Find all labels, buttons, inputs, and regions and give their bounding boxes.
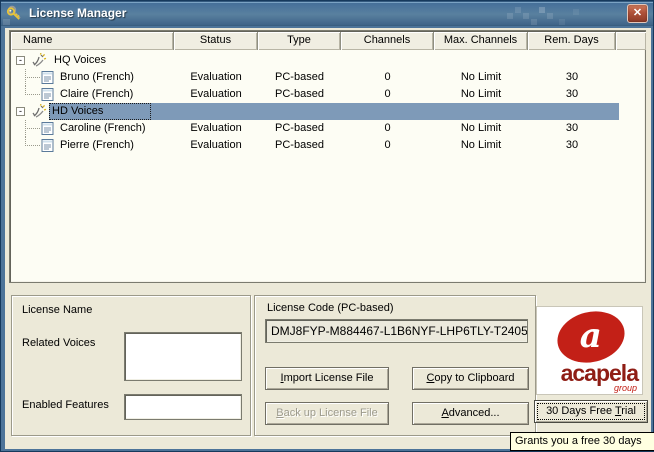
license-manager-window: License Manager ✕ Name Status Type Chann… bbox=[0, 0, 654, 452]
cell-channels: 0 bbox=[341, 120, 434, 137]
enabled-features-label: Enabled Features bbox=[22, 399, 109, 411]
cell-type: PC-based bbox=[258, 120, 341, 137]
dialog-client-area: Name Status Type Channels Max. Channels … bbox=[5, 28, 651, 449]
cell-max-channels: No Limit bbox=[434, 69, 528, 86]
cell-rem-days: 30 bbox=[528, 120, 616, 137]
column-header-filler bbox=[616, 32, 646, 50]
voices-table: Name Status Type Channels Max. Channels … bbox=[9, 30, 646, 283]
column-header-type[interactable]: Type bbox=[258, 32, 341, 50]
cell-channels: 0 bbox=[341, 86, 434, 103]
table-row-group-hq[interactable]: - HQ Voices bbox=[11, 52, 644, 69]
cell-rem-days: 30 bbox=[528, 137, 616, 154]
table-row-pierre[interactable]: Pierre (French) Evaluation PC-based 0 No… bbox=[11, 137, 644, 154]
cell-status: Evaluation bbox=[174, 137, 258, 154]
column-header-max-channels[interactable]: Max. Channels bbox=[434, 32, 528, 50]
row-label: HQ Voices bbox=[51, 52, 109, 69]
minus-expand-icon[interactable]: - bbox=[16, 56, 25, 65]
related-voices-field[interactable] bbox=[124, 332, 242, 381]
row-label: Claire (French) bbox=[60, 86, 133, 103]
import-license-file-button[interactable]: Import License File bbox=[265, 367, 389, 390]
table-row-bruno[interactable]: Bruno (French) Evaluation PC-based 0 No … bbox=[11, 69, 644, 86]
row-label: Pierre (French) bbox=[60, 137, 134, 154]
titlebar: License Manager ✕ bbox=[1, 1, 653, 26]
license-code-groupbox: License Code (PC-based) DMJ8FYP-M884467-… bbox=[254, 295, 536, 436]
acapela-logo: a acapela group bbox=[536, 306, 643, 395]
license-code-label: License Code (PC-based) bbox=[267, 302, 394, 314]
license-page-icon bbox=[41, 139, 54, 158]
column-header-name[interactable]: Name bbox=[11, 32, 174, 50]
acapela-group-text: group bbox=[614, 383, 637, 393]
related-voices-label: Related Voices bbox=[22, 337, 95, 349]
column-header-status[interactable]: Status bbox=[174, 32, 258, 50]
minus-expand-icon[interactable]: - bbox=[16, 107, 25, 116]
table-row-caroline[interactable]: Caroline (French) Evaluation PC-based 0 … bbox=[11, 120, 644, 137]
tree-line bbox=[25, 145, 40, 146]
titlebar-decoration bbox=[489, 1, 619, 26]
cell-type: PC-based bbox=[258, 86, 341, 103]
cell-status: Evaluation bbox=[174, 120, 258, 137]
cell-max-channels: No Limit bbox=[434, 120, 528, 137]
cell-status: Evaluation bbox=[174, 69, 258, 86]
row-label: Bruno (French) bbox=[60, 69, 134, 86]
window-title: License Manager bbox=[29, 6, 126, 20]
advanced-button[interactable]: Advanced... bbox=[412, 402, 529, 425]
table-header: Name Status Type Channels Max. Channels … bbox=[11, 32, 644, 50]
cell-max-channels: No Limit bbox=[434, 86, 528, 103]
cell-type: PC-based bbox=[258, 69, 341, 86]
tree-line bbox=[25, 128, 40, 129]
cell-max-channels: No Limit bbox=[434, 137, 528, 154]
cell-status: Evaluation bbox=[174, 86, 258, 103]
tree-line bbox=[25, 94, 40, 95]
back-up-license-file-button[interactable]: Back up License File bbox=[265, 402, 389, 425]
cell-rem-days: 30 bbox=[528, 69, 616, 86]
license-code-field[interactable]: DMJ8FYP-M884467-L1B6NYF-LHP6TLY-T24050 bbox=[265, 319, 528, 343]
table-row-claire[interactable]: Claire (French) Evaluation PC-based 0 No… bbox=[11, 86, 644, 103]
titlebar-decoration-left bbox=[3, 19, 10, 26]
row-label: HD Voices bbox=[49, 103, 151, 120]
cell-rem-days: 30 bbox=[528, 86, 616, 103]
cell-channels: 0 bbox=[341, 137, 434, 154]
cell-channels: 0 bbox=[341, 69, 434, 86]
row-label: Caroline (French) bbox=[60, 120, 146, 137]
license-details-groupbox: License Name Related Voices Enabled Feat… bbox=[11, 295, 251, 436]
thirty-days-free-trial-button[interactable]: 30 Days Free Trial bbox=[534, 400, 648, 423]
cell-type: PC-based bbox=[258, 137, 341, 154]
column-header-channels[interactable]: Channels bbox=[341, 32, 434, 50]
tree-line bbox=[25, 77, 40, 78]
copy-to-clipboard-button[interactable]: Copy to Clipboard bbox=[412, 367, 529, 390]
table-row-group-hd[interactable]: - HD Voices bbox=[11, 103, 644, 120]
trial-tooltip: Grants you a free 30 days bbox=[510, 432, 654, 451]
close-button[interactable]: ✕ bbox=[627, 4, 648, 23]
table-body: - HQ Voices bbox=[11, 50, 644, 281]
column-header-rem-days[interactable]: Rem. Days bbox=[528, 32, 616, 50]
enabled-features-field[interactable] bbox=[124, 394, 242, 420]
license-name-label: License Name bbox=[22, 304, 92, 316]
